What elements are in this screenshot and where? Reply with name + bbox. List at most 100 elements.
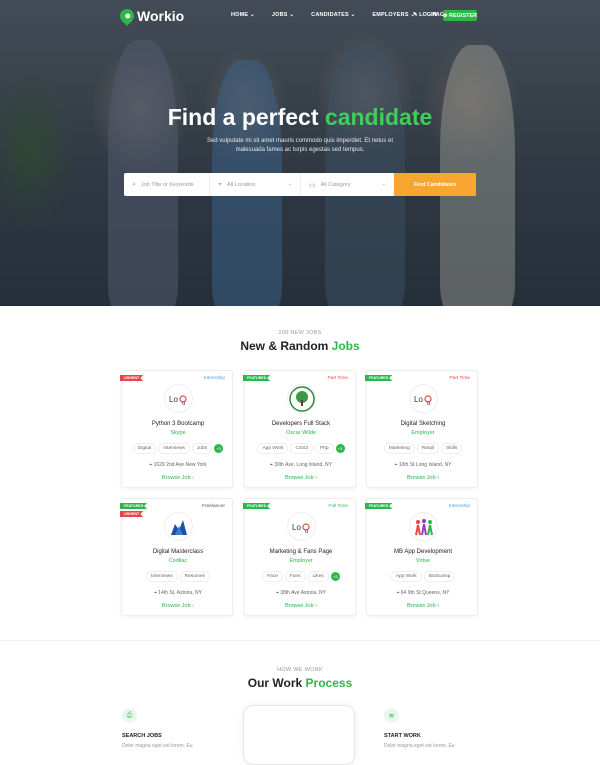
nav-item-candidates[interactable]: CANDIDATES ⌄ xyxy=(311,12,355,18)
skill-tags: App Work Bootcamp xyxy=(367,571,479,582)
location-placeholder: All Location xyxy=(226,181,256,188)
skill-tag[interactable]: Php xyxy=(314,443,334,454)
skill-tag[interactable]: Resumes xyxy=(179,571,210,582)
svg-text:Lo: Lo xyxy=(292,523,301,532)
work-title-highlight: Process xyxy=(305,676,353,690)
nav-item-jobs[interactable]: JOBS ⌄ xyxy=(272,12,294,18)
search-doc-icon: ⎙ xyxy=(122,708,137,723)
job-tag-urgent: URGENT xyxy=(120,375,144,381)
login-link[interactable]: ✎ LOGIN xyxy=(413,12,437,18)
job-card[interactable]: URGENT Internship Lo o Python 3 Bootcamp Skyp… xyxy=(120,370,234,488)
skill-tag[interactable]: Interviews xyxy=(158,443,190,454)
layers-icon: ≋ xyxy=(384,708,399,723)
company-name[interactable]: Employer xyxy=(367,430,479,436)
skill-tags: Interviews Resumes xyxy=(122,571,234,582)
job-title[interactable]: Developers Full Stack xyxy=(245,421,357,427)
location-text: 38th Ave Astoria, NY xyxy=(280,590,326,596)
browse-job-link[interactable]: Browse Job › xyxy=(245,603,357,609)
skill-tag[interactable]: Face xyxy=(262,571,283,582)
company-name[interactable]: Virtue xyxy=(367,558,479,564)
job-tag-urgent: URGENT xyxy=(120,511,144,517)
job-title[interactable]: Digital Sketching xyxy=(367,421,479,427)
jobs-title-highlight: Jobs xyxy=(331,339,360,353)
job-title[interactable]: MB App Development xyxy=(367,549,479,555)
category-placeholder: All Category xyxy=(320,181,351,188)
keywords-placeholder: Job Title or Keywords xyxy=(140,181,194,188)
job-tag-featured: FEATURED xyxy=(365,375,393,381)
skill-tag[interactable]: Likes xyxy=(307,571,329,582)
job-location: ⌖ 10th St Long Island, NY xyxy=(367,462,479,468)
skill-tag[interactable]: Skills xyxy=(441,443,463,454)
job-card[interactable]: FEATURED Part Time Lo o Digital Sketching Emp… xyxy=(365,370,479,488)
nav-item-employers[interactable]: EMPLOYERS ⌄ xyxy=(372,12,415,18)
company-logo xyxy=(409,512,438,541)
job-title[interactable]: Digital Masterclass xyxy=(122,549,234,555)
skill-tag[interactable]: App Work xyxy=(257,443,289,454)
browse-job-link[interactable]: Browse Job › xyxy=(245,475,357,481)
step-text: Dolor magna eget est lorem. Eu xyxy=(384,743,455,749)
location-text: 14th St, Astoria, NY xyxy=(158,590,202,596)
keywords-field[interactable]: ⌕ Job Title or Keywords xyxy=(124,173,210,196)
job-type: Part Time xyxy=(449,376,470,381)
svg-text:Lo: Lo xyxy=(414,395,423,404)
company-name[interactable]: Codilac xyxy=(122,558,234,564)
browse-job-link[interactable]: Browse Job › xyxy=(122,475,234,481)
job-tag-featured: FEATURED xyxy=(120,503,148,509)
phone-mockup xyxy=(243,705,355,765)
step-title: START WORK xyxy=(384,733,421,739)
hero-subtitle: Sed vulputate mi sit amet mauris commodo… xyxy=(206,138,394,153)
job-card[interactable]: FEATURED URGENT Freelancer Digital Mastercl… xyxy=(120,498,234,616)
company-name[interactable]: Employer xyxy=(245,558,357,564)
nav-item-home[interactable]: HOME ⌄ xyxy=(231,12,255,18)
more-tags-badge[interactable]: +3 xyxy=(335,444,345,453)
step-text: Dolor magna eget est lorem. Eu xyxy=(122,743,193,749)
more-tags-badge[interactable]: +3 xyxy=(214,444,224,453)
skill-tag[interactable]: Jobs xyxy=(191,443,213,454)
skill-tag[interactable]: Fans xyxy=(284,571,306,582)
company-name[interactable]: Oscar Wilde xyxy=(245,430,357,436)
job-card[interactable]: FEATURED Part Time Developers Full Stack Os… xyxy=(243,370,357,488)
hero-title: Find a perfect candidate xyxy=(0,104,600,131)
job-type: Freelancer xyxy=(202,504,225,509)
skill-tag[interactable]: App Work xyxy=(390,571,422,582)
skill-tag[interactable]: Digital xyxy=(132,443,157,454)
skill-tags: Marketing Retail Skills xyxy=(367,443,479,454)
work-title-text: Our Work xyxy=(247,676,306,690)
browse-job-link[interactable]: Browse Job › xyxy=(367,603,479,609)
jobs-section-header: 200 NEW JOBS New & Random Jobs xyxy=(0,330,600,353)
location-text: 1629 2nd Ave New York xyxy=(153,462,207,468)
process-step-search: ⎙ SEARCH JOBS Dolor magna eget est lorem… xyxy=(122,708,193,749)
job-type: Internship xyxy=(203,376,225,381)
chevron-down-icon: ⌄ xyxy=(287,181,292,187)
brand-logo[interactable]: Workio xyxy=(117,6,184,26)
job-type: Full Time xyxy=(328,504,348,509)
job-location: ⌖ 64 9th St Queens, NY xyxy=(367,590,479,596)
skill-tag[interactable]: Bootcamp xyxy=(423,571,456,582)
job-card[interactable]: FEATURED Full Time Lo o Marketing & Fans Pag… xyxy=(243,498,357,616)
map-pin-icon: ⌖ xyxy=(218,180,222,188)
skill-tag[interactable]: CSS3 xyxy=(290,443,313,454)
work-eyebrow: HOW WE WORK xyxy=(277,667,323,673)
register-button[interactable]: ⊕ REGISTER xyxy=(443,10,477,21)
company-logo xyxy=(164,512,193,541)
company-name[interactable]: Skype xyxy=(122,430,234,436)
skill-tag[interactable]: Interviews xyxy=(146,571,178,582)
jobs-title-text: New & Random xyxy=(240,339,332,353)
job-type: Part Time xyxy=(327,376,348,381)
location-select[interactable]: ⌖ All Location ⌄ xyxy=(210,173,301,196)
find-candidates-button[interactable]: Find Candidates xyxy=(394,173,476,196)
job-title[interactable]: Marketing & Fans Page xyxy=(245,549,357,555)
location-text: 30th Ave, Long Island, NY xyxy=(274,462,332,468)
job-title[interactable]: Python 3 Bootcamp xyxy=(122,421,234,427)
job-card[interactable]: FEATURED Internship MB App Development Virt… xyxy=(365,498,479,616)
category-select[interactable]: ▭ All Category ⌄ xyxy=(301,173,394,196)
top-nav: Workio HOME ⌄ JOBS ⌄ CANDIDATES ⌄ EMPLOY… xyxy=(0,0,600,34)
more-tags-badge[interactable]: +3 xyxy=(330,572,340,581)
browse-job-link[interactable]: Browse Job › xyxy=(122,603,234,609)
skill-tag[interactable]: Marketing xyxy=(383,443,415,454)
job-tag-featured: FEATURED xyxy=(243,375,271,381)
browse-job-link[interactable]: Browse Job › xyxy=(367,475,479,481)
job-tag-featured: FEATURED xyxy=(365,503,393,509)
svg-text:Lo: Lo xyxy=(169,395,178,404)
skill-tag[interactable]: Retail xyxy=(416,443,440,454)
